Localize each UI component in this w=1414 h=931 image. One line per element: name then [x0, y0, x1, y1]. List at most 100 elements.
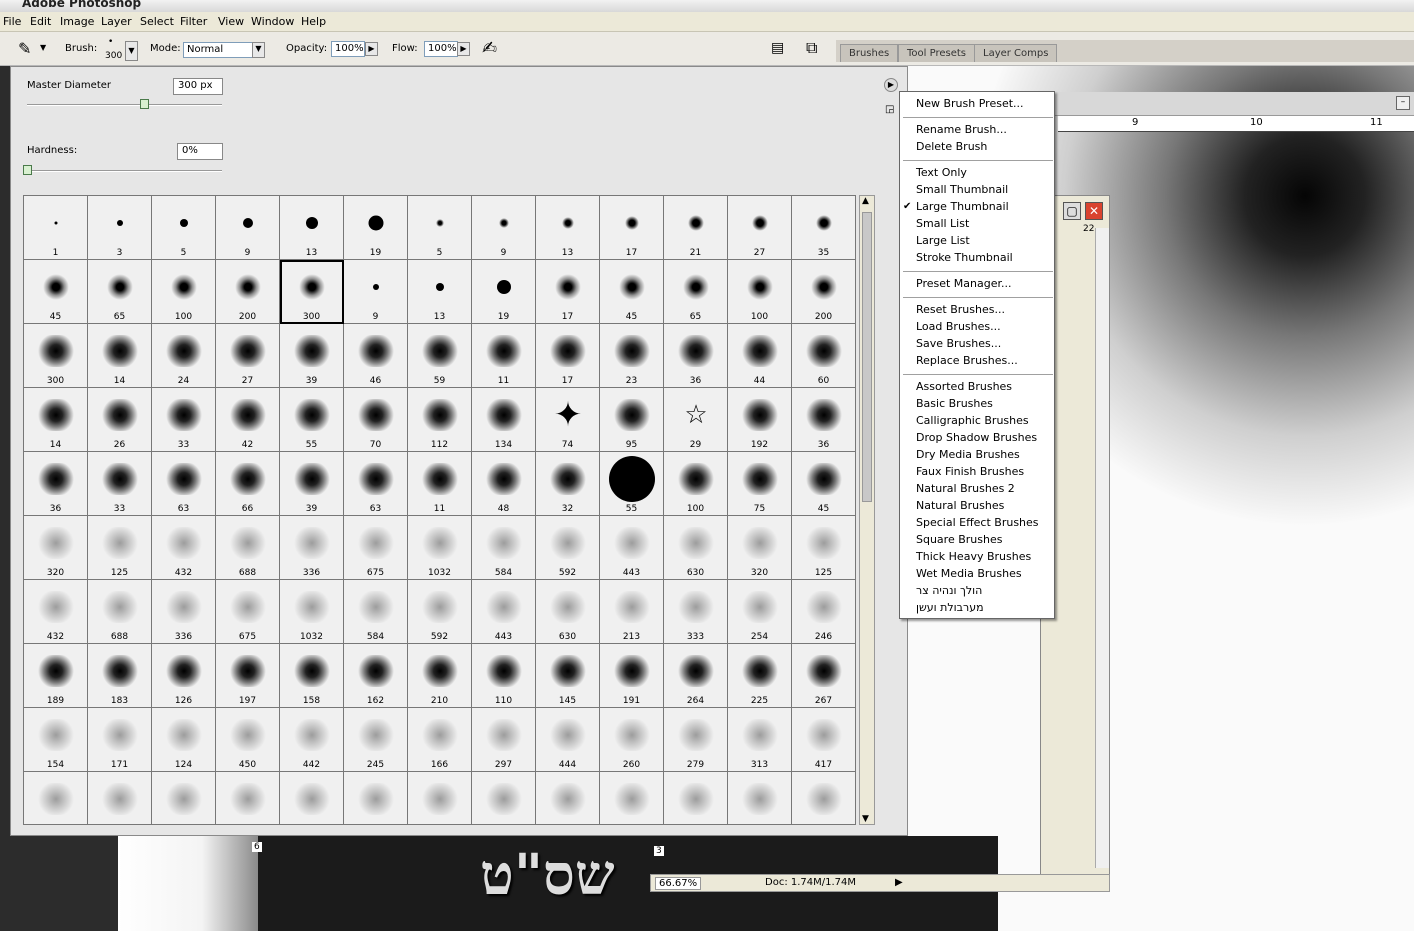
hardness-slider-thumb[interactable]: [23, 165, 32, 175]
menu-item[interactable]: Reset Brushes...: [916, 303, 1005, 316]
brush-preset[interactable]: 55: [600, 452, 664, 516]
brush-preset[interactable]: 45: [600, 260, 664, 324]
brush-preset[interactable]: 125: [88, 516, 152, 580]
brush-preset[interactable]: 333: [664, 580, 728, 644]
brush-preset[interactable]: 11: [472, 324, 536, 388]
brush-preset[interactable]: 46: [344, 324, 408, 388]
brush-preset[interactable]: 443: [472, 580, 536, 644]
brush-preset[interactable]: [408, 772, 472, 824]
brush-preset[interactable]: 1032: [408, 516, 472, 580]
brush-preset[interactable]: 23: [600, 324, 664, 388]
brush-preset[interactable]: 264: [664, 644, 728, 708]
brush-preset[interactable]: 33: [152, 388, 216, 452]
brush-preset[interactable]: [88, 772, 152, 824]
brush-preset[interactable]: [280, 772, 344, 824]
brush-preset[interactable]: 158: [280, 644, 344, 708]
brush-preset[interactable]: 213: [600, 580, 664, 644]
brush-preset[interactable]: 246: [792, 580, 855, 644]
brush-preset[interactable]: 33: [88, 452, 152, 516]
brush-preset[interactable]: 432: [24, 580, 88, 644]
vertical-scrollbar[interactable]: [1095, 228, 1109, 868]
brush-preset[interactable]: 5: [152, 196, 216, 260]
menu-item[interactable]: Faux Finish Brushes: [916, 465, 1024, 478]
menu-item[interactable]: Save Brushes...: [916, 337, 1001, 350]
brush-preset[interactable]: 66: [216, 452, 280, 516]
minimize-icon[interactable]: –: [1396, 96, 1410, 110]
brush-preset[interactable]: [536, 772, 600, 824]
menu-image[interactable]: Image: [60, 15, 94, 28]
brush-preset[interactable]: 39: [280, 324, 344, 388]
brush-preset[interactable]: 688: [88, 580, 152, 644]
brush-preset[interactable]: 584: [344, 580, 408, 644]
zoom-field[interactable]: 66.67%: [655, 877, 702, 890]
opacity-input[interactable]: 100%: [331, 41, 365, 57]
brush-preset[interactable]: 592: [536, 516, 600, 580]
brush-preset[interactable]: 444: [536, 708, 600, 772]
brush-preset[interactable]: 162: [344, 644, 408, 708]
brush-preset[interactable]: 36: [24, 452, 88, 516]
brush-preset[interactable]: 154: [24, 708, 88, 772]
brush-preset[interactable]: 27: [216, 324, 280, 388]
brush-preset[interactable]: 55: [280, 388, 344, 452]
brush-preview-icon[interactable]: •: [108, 37, 113, 47]
brush-preset[interactable]: 300: [280, 260, 344, 324]
brush-preset[interactable]: 192: [728, 388, 792, 452]
brush-preset[interactable]: 48: [472, 452, 536, 516]
brush-preset[interactable]: 13: [536, 196, 600, 260]
brush-preset[interactable]: ☆ 29: [664, 388, 728, 452]
menu-file[interactable]: File: [3, 15, 21, 28]
brush-preset[interactable]: 100: [664, 452, 728, 516]
brush-preset[interactable]: 70: [344, 388, 408, 452]
menu-window[interactable]: Window: [251, 15, 294, 28]
brush-preset[interactable]: 45: [792, 452, 855, 516]
brush-preset[interactable]: 313: [728, 708, 792, 772]
menu-layer[interactable]: Layer: [101, 15, 132, 28]
brush-preset[interactable]: 297: [472, 708, 536, 772]
menu-item[interactable]: Wet Media Brushes: [916, 567, 1022, 580]
brush-preset[interactable]: [344, 772, 408, 824]
flow-input[interactable]: 100%: [424, 41, 458, 57]
brush-preset[interactable]: 126: [152, 644, 216, 708]
menu-filter[interactable]: Filter: [180, 15, 207, 28]
brush-preset[interactable]: 26: [88, 388, 152, 452]
tab-tool-presets[interactable]: Tool Presets: [898, 44, 975, 62]
file-browser-icon[interactable]: ⧉: [806, 38, 817, 58]
brush-preset[interactable]: 60: [792, 324, 855, 388]
menu-item[interactable]: Special Effect Brushes: [916, 516, 1039, 529]
brush-preset[interactable]: 145: [536, 644, 600, 708]
menu-item[interactable]: Rename Brush...: [916, 123, 1007, 136]
airbrush-icon[interactable]: ✍: [482, 38, 497, 59]
brush-preset[interactable]: 36: [664, 324, 728, 388]
mode-dropdown-icon[interactable]: ▼: [252, 42, 265, 58]
brush-preset[interactable]: 191: [600, 644, 664, 708]
master-diameter-slider-thumb[interactable]: [140, 99, 149, 109]
brush-preset[interactable]: 45: [24, 260, 88, 324]
brush-preset[interactable]: 166: [408, 708, 472, 772]
brush-preset[interactable]: 336: [280, 516, 344, 580]
menu-edit[interactable]: Edit: [30, 15, 51, 28]
scroll-thumb[interactable]: [862, 212, 872, 502]
brush-preset[interactable]: 134: [472, 388, 536, 452]
brush-preset[interactable]: 95: [600, 388, 664, 452]
opacity-slider-button[interactable]: ▶: [365, 42, 378, 56]
menu-view[interactable]: View: [218, 15, 244, 28]
brush-preset[interactable]: [728, 772, 792, 824]
master-diameter-slider[interactable]: [27, 104, 222, 106]
brush-preset[interactable]: 300: [24, 324, 88, 388]
brush-preset[interactable]: 44: [728, 324, 792, 388]
brush-preset[interactable]: 442: [280, 708, 344, 772]
brush-preset[interactable]: 125: [792, 516, 855, 580]
menu-item[interactable]: New Brush Preset...: [916, 97, 1024, 110]
brush-preset[interactable]: 3: [88, 196, 152, 260]
brush-preset[interactable]: 688: [216, 516, 280, 580]
brush-preset[interactable]: 320: [24, 516, 88, 580]
menu-item[interactable]: Delete Brush: [916, 140, 987, 153]
brush-preset[interactable]: 197: [216, 644, 280, 708]
brush-preset[interactable]: 14: [88, 324, 152, 388]
brush-preset[interactable]: 183: [88, 644, 152, 708]
brush-preset[interactable]: 630: [536, 580, 600, 644]
menu-item[interactable]: Thick Heavy Brushes: [916, 550, 1031, 563]
brush-preset[interactable]: [152, 772, 216, 824]
brush-grid-scrollbar[interactable]: ▲ ▼: [859, 195, 875, 825]
brush-preset[interactable]: 63: [344, 452, 408, 516]
